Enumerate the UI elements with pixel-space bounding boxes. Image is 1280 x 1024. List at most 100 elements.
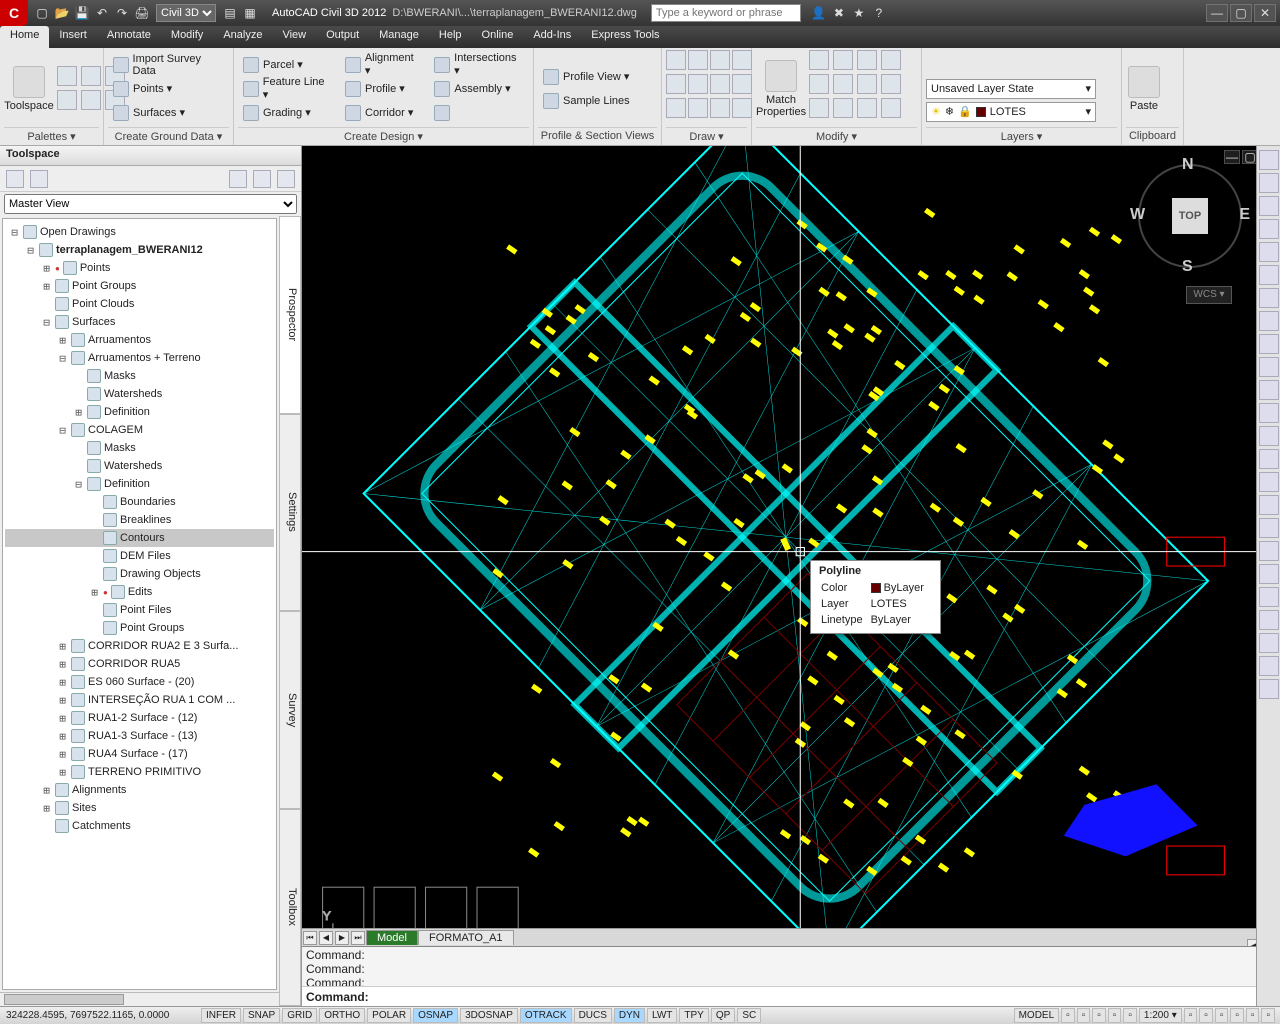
nav-tool-icon[interactable] (1259, 173, 1279, 193)
viewcube-e[interactable]: E (1239, 206, 1250, 224)
qat-open-icon[interactable]: 📂 (54, 5, 70, 21)
nav-tool-icon[interactable] (1259, 196, 1279, 216)
toolspace-tab-settings[interactable]: Settings (279, 414, 301, 612)
layer-icon[interactable] (992, 56, 1012, 76)
status-3dosnap[interactable]: 3DOSNAP (460, 1008, 518, 1023)
ribbon-cmd[interactable]: Points ▾ (108, 78, 229, 100)
toolspace-tab-prospector[interactable]: Prospector (279, 216, 301, 414)
tree-node[interactable]: ⊟COLAGEM (5, 421, 274, 439)
status-polar[interactable]: POLAR (367, 1008, 411, 1023)
tree-node[interactable]: ⊞RUA1-3 Surface - (13) (5, 727, 274, 745)
layer-icon[interactable] (948, 56, 968, 76)
scale-icon[interactable] (833, 74, 853, 94)
modify-icon[interactable] (881, 98, 901, 118)
viewcube-n[interactable]: N (1182, 156, 1194, 174)
tree-node[interactable]: ⊞●Points (5, 259, 274, 277)
status-osnap[interactable]: OSNAP (413, 1008, 458, 1023)
tree-node[interactable]: ⊞Sites (5, 799, 274, 817)
qat-icon[interactable]: ▦ (242, 5, 258, 21)
tree-node[interactable]: Drawing Objects (5, 565, 274, 583)
nav-tool-icon[interactable] (1259, 265, 1279, 285)
nav-tool-icon[interactable] (1259, 518, 1279, 538)
tree-node[interactable]: Catchments (5, 817, 274, 835)
nav-tool-icon[interactable] (1259, 633, 1279, 653)
move-icon[interactable] (809, 50, 829, 70)
status-tray-item[interactable]: ▫ (1230, 1008, 1244, 1023)
help-search[interactable] (651, 4, 801, 22)
nav-tool-icon[interactable] (1259, 403, 1279, 423)
status-tpy[interactable]: TPY (679, 1008, 708, 1023)
tree-node[interactable]: ⊟Open Drawings (5, 223, 274, 241)
ts-tool-icon[interactable] (6, 170, 24, 188)
doc-min-button[interactable]: — (1224, 150, 1240, 164)
tree-node[interactable]: DEM Files (5, 547, 274, 565)
draw-circle-icon[interactable] (666, 74, 686, 94)
viewcube-top[interactable]: TOP (1172, 198, 1208, 234)
palette-icon[interactable] (57, 66, 77, 86)
tree-node[interactable]: ⊞ES 060 Surface - (20) (5, 673, 274, 691)
status-tray-item[interactable]: ▫ (1199, 1008, 1213, 1023)
nav-tool-icon[interactable] (1259, 150, 1279, 170)
draw-icon[interactable] (666, 98, 686, 118)
maximize-button[interactable]: ▢ (1230, 4, 1252, 22)
tree-node[interactable]: ⊞INTERSEÇÃO RUA 1 COM ... (5, 691, 274, 709)
cut-icon[interactable] (1165, 70, 1183, 88)
status-otrack[interactable]: OTRACK (520, 1008, 572, 1023)
nav-tool-icon[interactable] (1259, 679, 1279, 699)
ribbon-tab-output[interactable]: Output (316, 26, 369, 48)
ribbon-tab-annotate[interactable]: Annotate (97, 26, 161, 48)
ribbon-tab-express tools[interactable]: Express Tools (581, 26, 669, 48)
tree-node[interactable]: ⊞Alignments (5, 781, 274, 799)
tab-nav-next[interactable]: ▶ (335, 931, 349, 945)
ribbon-tab-insert[interactable]: Insert (49, 26, 97, 48)
model-tab[interactable]: Model (366, 930, 418, 945)
ts-tool-icon[interactable] (229, 170, 247, 188)
status-tray-item[interactable]: ▫ (1261, 1008, 1275, 1023)
panel-title-design[interactable]: Create Design ▾ (238, 127, 529, 145)
status-tray-item[interactable]: ▫ (1123, 1008, 1137, 1023)
ribbon-cmd[interactable]: Alignment ▾ (340, 54, 426, 76)
nav-tool-icon[interactable] (1259, 449, 1279, 469)
tree-node[interactable]: ⊟terraplanagem_BWERANI12 (5, 241, 274, 259)
layout-tab[interactable]: FORMATO_A1 (418, 930, 514, 945)
tree-node[interactable]: ⊞TERRENO PRIMITIVO (5, 763, 274, 781)
layer-icon[interactable] (926, 56, 946, 76)
modify-icon[interactable] (857, 98, 877, 118)
fillet-icon[interactable] (881, 74, 901, 94)
nav-tool-icon[interactable] (1259, 311, 1279, 331)
ribbon-tab-view[interactable]: View (272, 26, 316, 48)
nav-tool-icon[interactable] (1259, 564, 1279, 584)
viewcube-w[interactable]: W (1130, 206, 1145, 224)
toolspace-tab-survey[interactable]: Survey (279, 611, 301, 809)
draw-pline-icon[interactable] (688, 50, 708, 70)
draw-icon[interactable] (688, 98, 708, 118)
status-tray-item[interactable]: 1:200 ▾ (1139, 1008, 1182, 1023)
palette-icon[interactable] (81, 66, 101, 86)
ribbon-cmd[interactable]: Profile View ▾ (538, 66, 635, 88)
tab-nav-last[interactable]: ⏭ (351, 931, 365, 945)
status-tray-item[interactable]: ▫ (1108, 1008, 1122, 1023)
rotate-icon[interactable] (857, 50, 877, 70)
nav-tool-icon[interactable] (1259, 587, 1279, 607)
viewcube-s[interactable]: S (1182, 258, 1193, 276)
ribbon-cmd[interactable]: Import Survey Data (108, 54, 229, 76)
status-lwt[interactable]: LWT (647, 1008, 677, 1023)
tree-node[interactable]: ⊞RUA1-2 Surface - (12) (5, 709, 274, 727)
status-qp[interactable]: QP (711, 1008, 735, 1023)
status-infer[interactable]: INFER (201, 1008, 241, 1023)
tab-nav-first[interactable]: ⏮ (303, 931, 317, 945)
tree-node[interactable]: Masks (5, 439, 274, 457)
status-ortho[interactable]: ORTHO (319, 1008, 365, 1023)
mirror-icon[interactable] (809, 74, 829, 94)
copy-icon[interactable] (833, 50, 853, 70)
draw-icon[interactable] (732, 98, 752, 118)
toolspace-button[interactable]: Toolspace (4, 50, 54, 127)
panel-title-layers[interactable]: Layers ▾ (926, 127, 1117, 145)
qat-print-icon[interactable]: 🖨 (134, 5, 150, 21)
tree-node[interactable]: Contours (5, 529, 274, 547)
modify-icon[interactable] (833, 98, 853, 118)
status-dyn[interactable]: DYN (614, 1008, 645, 1023)
ribbon-tab-manage[interactable]: Manage (369, 26, 429, 48)
prospector-tree[interactable]: ⊟Open Drawings⊟terraplanagem_BWERANI12⊞●… (2, 218, 277, 990)
panel-title-palettes[interactable]: Palettes ▾ (4, 127, 99, 145)
